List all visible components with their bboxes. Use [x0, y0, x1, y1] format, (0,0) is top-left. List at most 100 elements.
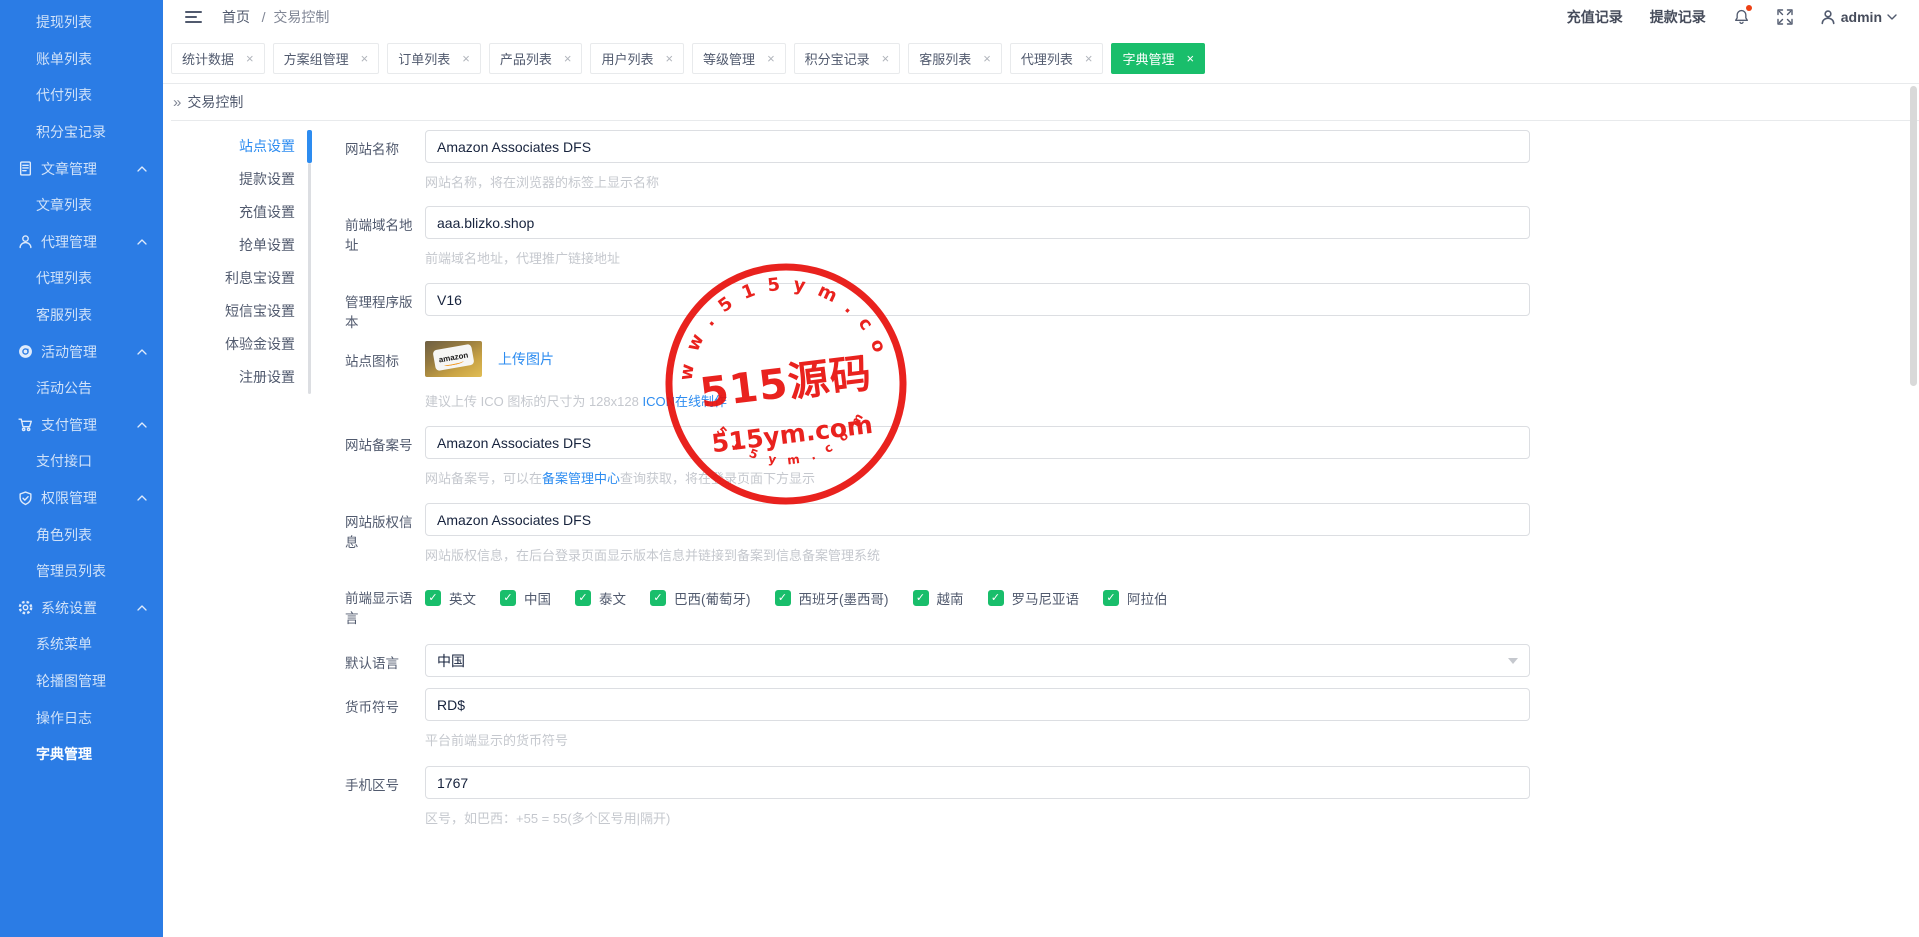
recharge-record-link[interactable]: 充值记录 — [1567, 7, 1623, 27]
tab-service-list[interactable]: 客服列表× — [908, 43, 1002, 74]
withdraw-record-link[interactable]: 提款记录 — [1650, 7, 1706, 27]
sidebar-item-points-record[interactable]: 积分宝记录 — [0, 114, 163, 151]
site-name-input[interactable] — [425, 130, 1530, 163]
admin-version-input[interactable] — [425, 283, 1530, 316]
close-icon[interactable]: × — [1187, 52, 1195, 65]
tab-agent-list[interactable]: 代理列表× — [1010, 43, 1104, 74]
tab-user-list[interactable]: 用户列表× — [590, 43, 684, 74]
section-header: »交易控制 — [171, 84, 1919, 121]
nav-track — [308, 163, 311, 394]
checkbox-checked-icon — [913, 590, 929, 606]
sidebar-group-permission[interactable]: 权限管理 — [0, 480, 163, 517]
nav-sms-settings[interactable]: 短信宝设置 — [171, 295, 311, 328]
nav-withdraw-settings[interactable]: 提款设置 — [171, 163, 311, 196]
bell-icon[interactable] — [1733, 8, 1750, 26]
field-help: 平台前端显示的货币符号 — [425, 730, 1530, 749]
scrollbar-thumb[interactable] — [1910, 86, 1917, 386]
close-icon[interactable]: × — [462, 52, 470, 65]
default-language-select[interactable]: 中国 — [425, 644, 1530, 677]
close-icon[interactable]: × — [564, 52, 572, 65]
nav-site-settings[interactable]: 站点设置 — [171, 130, 311, 163]
chevron-up-icon — [137, 495, 147, 501]
close-icon[interactable]: × — [983, 52, 991, 65]
sidebar-item-banner-manage[interactable]: 轮播图管理 — [0, 663, 163, 700]
checkbox-lang-arabic[interactable]: 阿拉伯 — [1103, 588, 1168, 608]
domain-input[interactable] — [425, 206, 1530, 239]
checkbox-lang-english[interactable]: 英文 — [425, 588, 476, 608]
phone-code-input[interactable] — [425, 766, 1530, 799]
sidebar-item-bill-list[interactable]: 账单列表 — [0, 41, 163, 78]
sidebar-item-service-list[interactable]: 客服列表 — [0, 297, 163, 334]
sidebar-item-activity-notice[interactable]: 活动公告 — [0, 370, 163, 407]
field-label: 前端域名地址 — [345, 206, 425, 254]
sidebar-item-payout-list[interactable]: 代付列表 — [0, 77, 163, 114]
tab-product-list[interactable]: 产品列表× — [489, 43, 583, 74]
sidebar-group-system[interactable]: 系统设置 — [0, 590, 163, 627]
tab-level-manage[interactable]: 等级管理× — [692, 43, 786, 74]
field-label: 管理程序版本 — [345, 283, 425, 331]
tab-plan-group[interactable]: 方案组管理× — [273, 43, 380, 74]
close-icon[interactable]: × — [767, 52, 775, 65]
chevron-up-icon — [137, 349, 147, 355]
nav-recharge-settings[interactable]: 充值设置 — [171, 196, 311, 229]
close-icon[interactable]: × — [1085, 52, 1093, 65]
page-title: 交易控制 — [187, 94, 243, 110]
field-label: 默认语言 — [345, 644, 425, 672]
cart-icon — [18, 417, 33, 432]
close-icon[interactable]: × — [665, 52, 673, 65]
sidebar-group-agent[interactable]: 代理管理 — [0, 224, 163, 261]
settings-form: 网站名称 网站名称，将在浏览器的标签上显示名称 前端域名地址 前端域名地址，代理… — [345, 130, 1530, 827]
sidebar-item-withdraw-list[interactable]: 提现列表 — [0, 4, 163, 41]
nav-interest-settings[interactable]: 利息宝设置 — [171, 262, 311, 295]
nav-trial-settings[interactable]: 体验金设置 — [171, 328, 311, 361]
close-icon[interactable]: × — [882, 52, 890, 65]
checkbox-lang-chinese[interactable]: 中国 — [500, 588, 551, 608]
sidebar-item-payment-api[interactable]: 支付接口 — [0, 443, 163, 480]
icp-number-input[interactable] — [425, 426, 1530, 459]
close-icon[interactable]: × — [246, 52, 254, 65]
language-checkbox-group: 英文 中国 泰文 巴西(葡萄牙) 西班牙(墨西哥) 越南 罗马尼亚语 阿拉伯 — [425, 586, 1530, 608]
checkbox-checked-icon — [988, 590, 1004, 606]
chevron-up-icon — [137, 239, 147, 245]
checkbox-lang-spanish[interactable]: 西班牙(墨西哥) — [775, 588, 889, 608]
field-label: 站点图标 — [345, 340, 425, 370]
site-icon-thumbnail[interactable]: amazon — [425, 341, 482, 377]
checkbox-lang-vietnamese[interactable]: 越南 — [913, 588, 964, 608]
tab-statistics[interactable]: 统计数据× — [171, 43, 265, 74]
tab-dict-manage[interactable]: 字典管理× — [1111, 43, 1205, 74]
sidebar-item-operation-log[interactable]: 操作日志 — [0, 699, 163, 736]
nav-register-settings[interactable]: 注册设置 — [171, 361, 311, 394]
copyright-input[interactable] — [425, 503, 1530, 536]
close-icon[interactable]: × — [361, 52, 369, 65]
checkbox-lang-thai[interactable]: 泰文 — [575, 588, 626, 608]
sidebar-item-agent-list[interactable]: 代理列表 — [0, 260, 163, 297]
nav-grab-settings[interactable]: 抢单设置 — [171, 229, 311, 262]
tab-points-record[interactable]: 积分宝记录× — [794, 43, 901, 74]
sidebar-group-payment[interactable]: 支付管理 — [0, 407, 163, 444]
fullscreen-icon[interactable] — [1777, 9, 1793, 25]
sidebar-item-article-list[interactable]: 文章列表 — [0, 187, 163, 224]
tab-order-list[interactable]: 订单列表× — [387, 43, 481, 74]
chevron-up-icon — [137, 166, 147, 172]
sidebar-item-role-list[interactable]: 角色列表 — [0, 516, 163, 553]
chevron-up-icon — [137, 422, 147, 428]
chevron-up-icon — [137, 605, 147, 611]
currency-symbol-input[interactable] — [425, 688, 1530, 721]
select-caret-icon — [1508, 658, 1518, 664]
sidebar-item-admin-list[interactable]: 管理员列表 — [0, 553, 163, 590]
activity-icon — [18, 344, 33, 359]
upload-image-link[interactable]: 上传图片 — [498, 349, 554, 369]
breadcrumb-home[interactable]: 首页 — [222, 9, 250, 25]
sidebar-item-system-menu[interactable]: 系统菜单 — [0, 626, 163, 663]
sidebar-group-article[interactable]: 文章管理 — [0, 150, 163, 187]
user-menu[interactable]: admin — [1820, 9, 1897, 25]
icp-center-link[interactable]: 备案管理中心 — [542, 471, 620, 486]
checkbox-lang-portuguese[interactable]: 巴西(葡萄牙) — [650, 588, 751, 608]
checkbox-lang-romanian[interactable]: 罗马尼亚语 — [988, 588, 1080, 608]
menu-fold-icon[interactable] — [185, 8, 202, 26]
sidebar-group-activity[interactable]: 活动管理 — [0, 333, 163, 370]
sidebar-item-dict-manage[interactable]: 字典管理 — [0, 736, 163, 773]
checkbox-checked-icon — [650, 590, 666, 606]
icon-maker-link[interactable]: ICON在线制作 — [642, 394, 727, 409]
field-label: 货币符号 — [345, 688, 425, 716]
